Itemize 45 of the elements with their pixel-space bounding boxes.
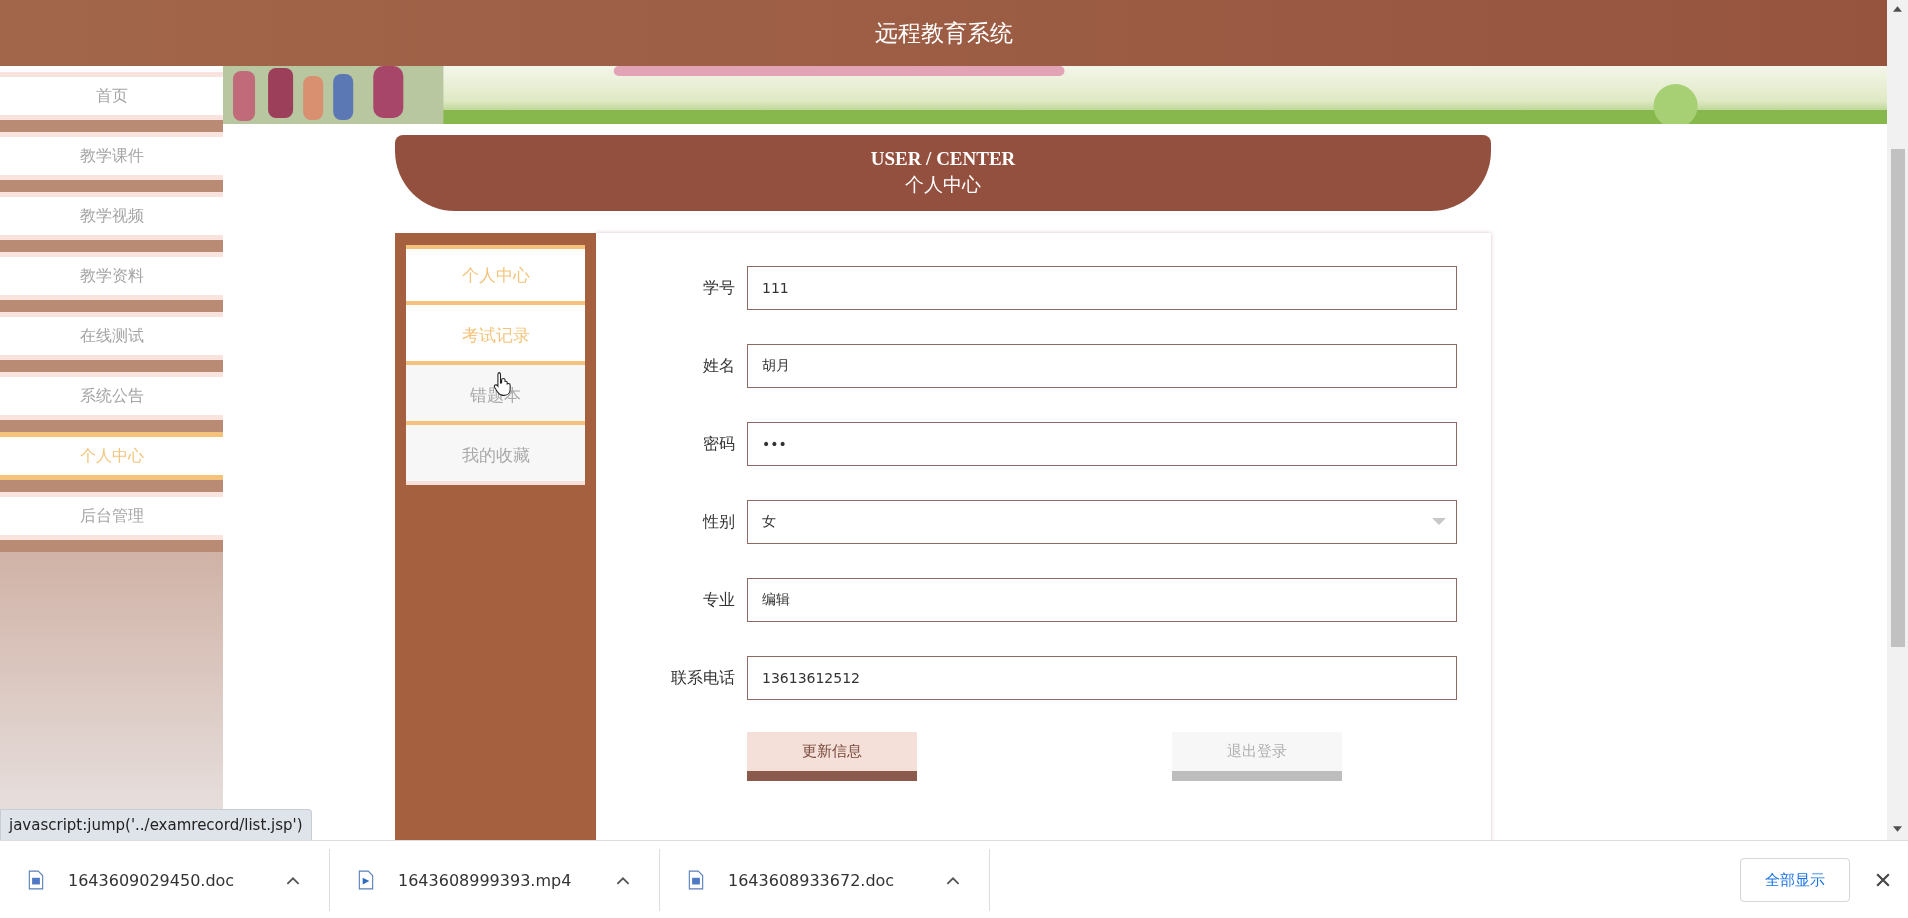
download-file-name[interactable]: 1643609029450.doc — [68, 870, 286, 890]
menu-item[interactable]: 个人中心 — [406, 245, 585, 305]
chevron-up-icon[interactable] — [616, 875, 630, 885]
nav-item[interactable]: 后台管理 — [0, 492, 223, 540]
heading-subtitle: 个人中心 — [905, 172, 981, 197]
dropdown-caret-icon — [1432, 518, 1446, 526]
document-file-icon — [28, 870, 44, 890]
update-button[interactable]: 更新信息 — [747, 732, 917, 781]
scrollbar[interactable] — [1887, 0, 1908, 840]
nav-item[interactable]: 系统公告 — [0, 372, 223, 420]
nav-item[interactable]: 在线测试 — [0, 312, 223, 360]
nav-item[interactable]: 教学课件 — [0, 132, 223, 180]
chevron-up-icon[interactable] — [946, 875, 960, 885]
video-file-icon — [358, 870, 374, 890]
heading-title: USER / CENTER — [870, 148, 1016, 170]
field-label: 联系电话 — [670, 667, 735, 689]
logout-button[interactable]: 退出登录 — [1172, 732, 1342, 781]
input-field[interactable]: 胡月 — [747, 344, 1457, 388]
nav-item[interactable]: 首页 — [0, 72, 223, 120]
field-label: 姓名 — [702, 355, 735, 377]
chevron-up-icon[interactable] — [286, 875, 300, 885]
nav-item[interactable]: 教学视频 — [0, 192, 223, 240]
download-file-name[interactable]: 1643608999393.mp4 — [398, 870, 616, 890]
scroll-down-icon[interactable] — [1893, 826, 1902, 832]
status-url: javascript:jump('../examrecord/list.jsp') — [0, 809, 312, 840]
nav-item[interactable]: 教学资料 — [0, 252, 223, 300]
select-field[interactable]: 女 — [747, 500, 1457, 544]
close-icon[interactable] — [1876, 873, 1890, 887]
input-field[interactable]: 编辑 — [747, 578, 1457, 622]
input-field[interactable]: 13613612512 — [747, 656, 1457, 700]
field-label: 专业 — [702, 589, 735, 611]
show-all-button[interactable]: 全部显示 — [1740, 858, 1850, 902]
field-label: 密码 — [702, 433, 735, 455]
field-label: 性别 — [701, 511, 735, 533]
field-label: 学号 — [702, 277, 735, 299]
menu-item[interactable]: 我的收藏 — [406, 425, 585, 485]
menu-item[interactable]: 考试记录 — [406, 305, 585, 365]
scroll-up-icon[interactable] — [1893, 6, 1902, 12]
download-file-name[interactable]: 1643608933672.doc — [728, 870, 946, 890]
input-field[interactable]: 111 — [747, 266, 1457, 310]
site-title: 远程教育系统 — [874, 18, 1013, 48]
scroll-thumb[interactable] — [1890, 149, 1905, 647]
nav-item[interactable]: 个人中心 — [0, 432, 223, 480]
input-field[interactable]: ••• — [747, 422, 1457, 466]
document-file-icon — [688, 870, 704, 890]
